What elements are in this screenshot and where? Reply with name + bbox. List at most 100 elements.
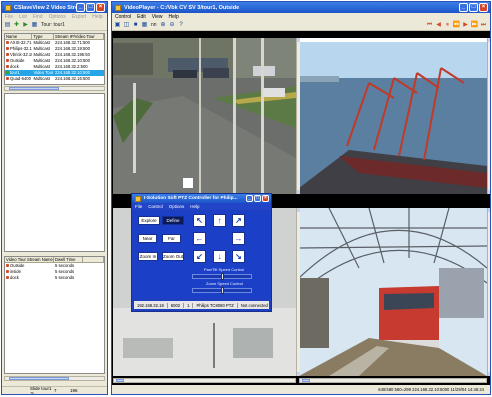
ptz-status-port: 6002 [168,302,185,308]
stream-manager-window: CSlaveView 2 Video Strea... _ □ × File L… [1,1,108,395]
player-minimize-button[interactable]: _ [459,3,468,12]
ptz-menu-options[interactable]: Options [169,204,185,209]
zoom-speed-knob[interactable] [221,287,224,294]
ptz-menu-control[interactable]: Control [148,204,163,209]
menu-help-player[interactable]: Help [169,14,179,20]
street-vscrollbar[interactable] [296,38,300,194]
stream-status-icon [6,65,9,68]
col-name[interactable]: Name [5,34,33,39]
video-player-statusbar: 640/480 560=299 224.168.32.10:5000 11/29… [112,385,490,394]
list-item[interactable]: dock 5 seconds [5,275,104,281]
zoom-speed-slider[interactable] [192,287,252,294]
harbor-vscrollbar[interactable] [487,38,490,194]
minimize-button[interactable]: _ [76,3,85,12]
col-dwell[interactable]: Dwell Time [54,257,84,262]
video-player-title: VideoPlayer - C:/Vbk CV SV 3/tour1, Outs… [124,4,240,11]
arrow-up-right-icon[interactable]: ↗ [232,214,245,227]
stream-status-icon [6,47,9,50]
pan-tilt-speed-slider[interactable] [192,273,252,280]
ptz-vscrollbar[interactable] [296,208,300,376]
ptz-titlebar[interactable]: I-Solution Soft PTZ Controller for Phili… [132,194,271,203]
video-pane-street[interactable] [113,38,296,194]
tour-table: Video Tour Stream Name Dwell Time Outsid… [4,256,105,374]
station-vscrollbar[interactable] [487,208,490,376]
stop-icon[interactable]: ■ [132,22,139,29]
pan-tilt-speed-knob[interactable] [221,273,224,280]
save-icon[interactable]: ▣ [114,22,121,29]
pause-icon[interactable]: ⏸ [444,22,451,29]
col-tour-stream[interactable]: Video Tour Stream Name [5,257,54,262]
stream-manager-titlebar[interactable]: CSlaveView 2 Video Strea... _ □ × [2,2,107,13]
ptz-status-connection: Not connected [240,302,268,308]
tour-stream-cell: dock [5,275,54,281]
video-player-menubar: Control Edit View Help [112,13,490,21]
tour-dwell-cell: 5 seconds [55,275,75,280]
ptz-close-button[interactable]: × [262,195,269,202]
col-ip[interactable]: Stream IP/Video Tour [54,34,104,39]
tour-stream-icon [6,276,9,279]
player-close-button[interactable]: × [479,3,488,12]
snapshot-icon[interactable]: ◫ [123,22,130,29]
far-button[interactable]: Far [162,234,181,243]
col-extra[interactable] [83,257,104,262]
zoom-out-button[interactable]: Zoom Out [162,252,184,261]
ptz-menu-file[interactable]: File [135,204,142,209]
stream-manager-statusbar: Slide tour1 :5 7 196 [2,386,107,394]
fast-forward-icon[interactable]: ⏩ [471,22,478,29]
tour-extra-cell [83,275,104,281]
video-pane-station[interactable] [299,208,487,376]
player-maximize-button[interactable]: □ [469,3,478,12]
step-back-icon[interactable]: ⏪ [453,22,460,29]
arrow-down-icon[interactable]: ↓ [213,250,226,263]
col-type[interactable]: Type [32,34,55,39]
menu-file[interactable]: File [5,14,13,20]
streams-hscrollbar[interactable] [4,86,105,91]
table-row[interactable]: Quad-6400 Multicast 224.168.32.16:500 [5,76,104,82]
menu-list[interactable]: List [19,14,27,20]
zoom-in-button[interactable]: Zoom In [138,252,158,261]
ptz-minimize-button[interactable]: _ [246,195,253,202]
menu-help[interactable]: Help [92,14,102,20]
zoom-level-label[interactable]: nn [150,22,158,29]
multi-view-icon[interactable]: ▦ [31,22,38,29]
arrow-left-icon[interactable]: ← [193,232,206,245]
ptz-menu-help[interactable]: Help [190,204,199,209]
play-icon[interactable]: ▶ [22,22,29,29]
close-button[interactable]: × [96,3,105,12]
arrow-right-icon[interactable]: → [232,232,245,245]
arrow-up-left-icon[interactable]: ↖ [193,214,206,227]
bottom-left-hscrollbar[interactable] [113,378,296,383]
menu-control[interactable]: Control [115,14,131,20]
rewind-icon[interactable]: ◀ [435,22,442,29]
menu-find[interactable]: Find [33,14,43,20]
menu-view[interactable]: View [152,14,163,20]
first-frame-icon[interactable]: ⏮ [426,22,433,29]
menu-edit[interactable]: Edit [137,14,146,20]
menu-options[interactable]: Options [49,14,66,20]
arrow-down-right-icon[interactable]: ↘ [232,250,245,263]
add-icon[interactable]: ✚ [13,22,20,29]
new-icon[interactable]: ▤ [4,22,11,29]
play-forward-icon[interactable]: ▶ [462,22,469,29]
video-pane-harbor[interactable] [299,38,487,194]
arrow-down-left-icon[interactable]: ↙ [193,250,206,263]
stream-type-cell: Multicast [33,76,50,81]
tour-stream-icon [6,270,9,273]
define-button[interactable]: Define [162,216,184,225]
menu-export[interactable]: Export [72,14,86,20]
zoom-in-icon[interactable]: ⊕ [160,22,167,29]
ptz-maximize-button[interactable]: □ [254,195,261,202]
explore-button[interactable]: Explore [138,216,160,225]
near-button[interactable]: Near [138,234,157,243]
video-player-titlebar[interactable]: VideoPlayer - C:/Vbk CV SV 3/tour1, Outs… [112,2,490,13]
grid-view-icon[interactable]: ▦ [141,22,148,29]
zoom-out-icon[interactable]: ⊖ [169,22,176,29]
last-frame-icon[interactable]: ⏭ [480,22,487,29]
maximize-button[interactable]: □ [86,3,95,12]
bottom-right-hscrollbar[interactable] [299,378,487,383]
ptz-app-icon [135,195,141,202]
pan-tilt-speed-label: Pan/Tilt Speed Control [204,267,245,272]
help-icon[interactable]: ? [178,22,185,29]
arrow-up-icon[interactable]: ↑ [213,214,226,227]
tour-hscrollbar[interactable] [4,376,105,381]
